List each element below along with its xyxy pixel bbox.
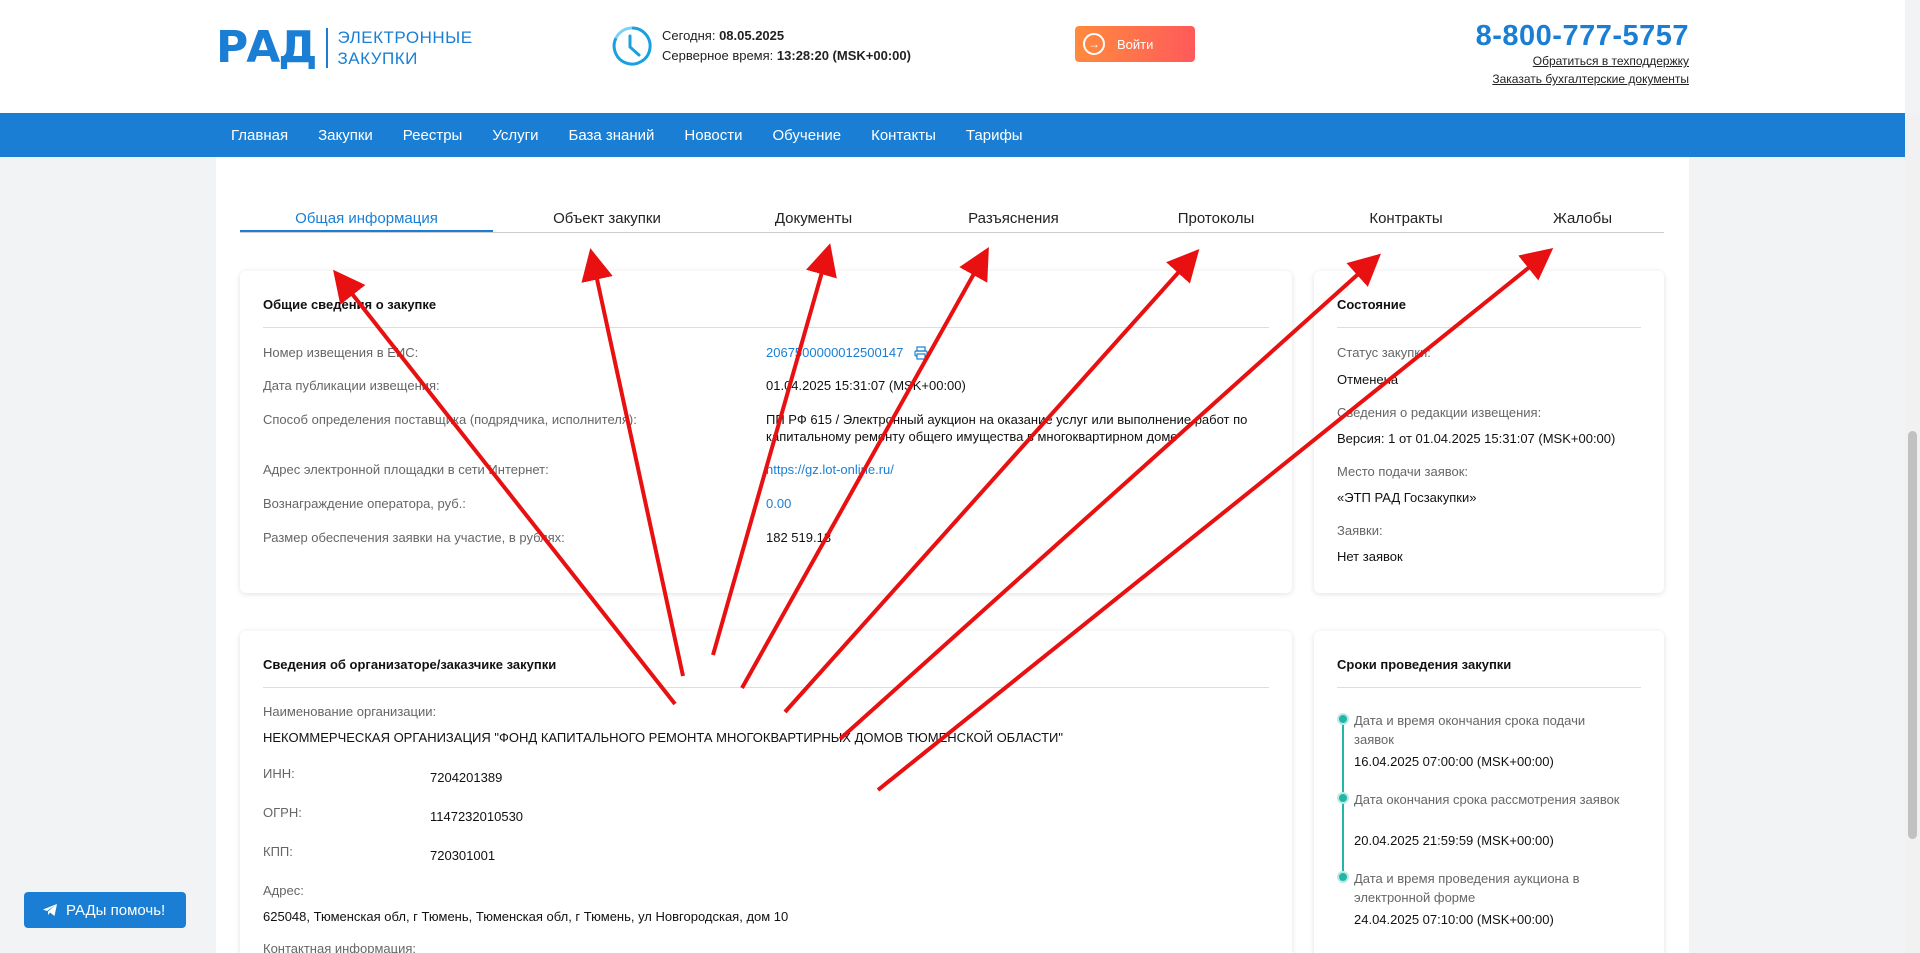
divider xyxy=(263,327,1269,328)
server-time-row: Серверное время: 13:28:20 (MSK+00:00) xyxy=(662,46,911,66)
logo[interactable]: РАД ЭЛЕКТРОННЫЕ ЗАКУПКИ xyxy=(216,26,473,70)
deadline-label: Дата и время окончания срока подачи заяв… xyxy=(1354,713,1586,747)
org-name-label: Наименование организации: xyxy=(263,704,437,719)
bids-label: Заявки: xyxy=(1337,523,1383,538)
tab-protocols[interactable]: Протоколы xyxy=(1121,209,1311,232)
card-title: Сведения об организаторе/заказчике закуп… xyxy=(263,657,557,672)
revision-value: Версия: 1 от 01.04.2025 15:31:07 (MSK+00… xyxy=(1337,431,1616,446)
server-time-value: 13:28:20 (MSK+00:00) xyxy=(776,48,911,63)
inn-value: 7204201389 xyxy=(430,770,503,785)
tab-contracts[interactable]: Контракты xyxy=(1311,209,1501,232)
general-info-card: Общие сведения о закупке Номер извещения… xyxy=(240,271,1292,593)
nav-item-knowledge-base[interactable]: База знаний xyxy=(568,127,654,144)
server-clock: Сегодня: 08.05.2025 Серверное время: 13:… xyxy=(610,24,911,68)
publication-date-value: 01.04.2025 15:31:07 (MSK+00:00) xyxy=(766,378,966,393)
deadline-value: 24.04.2025 07:10:00 (MSK+00:00) xyxy=(1354,912,1554,927)
nav-item-services[interactable]: Услуги xyxy=(492,127,538,144)
page-scrollbar[interactable] xyxy=(1905,113,1920,953)
timeline-dot xyxy=(1337,713,1349,725)
supplier-method-label: Способ определения поставщика (подрядчик… xyxy=(263,412,637,427)
card-title: Состояние xyxy=(1337,297,1407,312)
nav-item-registries[interactable]: Реестры xyxy=(403,127,463,144)
phone-number[interactable]: 8-800-777-5757 xyxy=(1389,20,1689,52)
server-time-label: Серверное время: xyxy=(662,48,774,63)
kpp-label: КПП: xyxy=(263,844,293,859)
submission-place-value: «ЭТП РАД Госзакупки» xyxy=(1337,490,1477,505)
nav-item-home[interactable]: Главная xyxy=(231,127,288,144)
status-value: Отменена xyxy=(1337,372,1399,387)
tab-clarifications[interactable]: Разъяснения xyxy=(906,209,1121,232)
logo-mark: РАД xyxy=(216,22,317,73)
deadline-label: Дата окончания срока рассмотрения заявок xyxy=(1354,792,1620,807)
address-value: 625048, Тюменская обл, г Тюмень, Тюменск… xyxy=(263,909,789,924)
logo-text: ЭЛЕКТРОННЫЕ ЗАКУПКИ xyxy=(338,27,473,69)
tab-complaints[interactable]: Жалобы xyxy=(1501,209,1664,232)
help-chat-button[interactable]: РАДы помочь! xyxy=(24,892,186,928)
notice-number-label: Номер извещения в ЕИС: xyxy=(263,345,419,360)
telegram-icon xyxy=(43,904,57,916)
status-label: Статус закупки: xyxy=(1337,345,1431,360)
revision-label: Сведения о редакции извещения: xyxy=(1337,405,1542,420)
supplier-method-value: ПП РФ 615 / Электронный аукцион на оказа… xyxy=(766,412,1248,444)
deadline-value: 20.04.2025 21:59:59 (MSK+00:00) xyxy=(1354,833,1554,848)
procurement-tabs: Общая информация Объект закупки Документ… xyxy=(240,209,1664,233)
timeline-dot xyxy=(1337,792,1349,804)
deadlines-card: Сроки проведения закупки Дата и время ок… xyxy=(1314,631,1664,953)
help-button-label: РАДы помочь! xyxy=(66,901,166,919)
inn-label: ИНН: xyxy=(263,766,295,781)
tab-general-info[interactable]: Общая информация xyxy=(240,209,493,232)
login-button[interactable]: → Войти xyxy=(1075,26,1195,62)
bids-value: Нет заявок xyxy=(1337,549,1403,564)
login-label: Войти xyxy=(1117,36,1154,52)
printer-icon[interactable] xyxy=(914,346,928,360)
nav-item-training[interactable]: Обучение xyxy=(773,127,842,144)
card-title: Сроки проведения закупки xyxy=(1337,657,1512,672)
contacts-block: 8-800-777-5757 Обратиться в техподдержку… xyxy=(1389,20,1689,88)
scrollbar-thumb[interactable] xyxy=(1908,431,1917,839)
divider xyxy=(1337,687,1641,688)
publication-date-label: Дата публикации извещения: xyxy=(263,378,440,393)
ogrn-label: ОГРН: xyxy=(263,805,302,820)
logo-line-2: ЗАКУПКИ xyxy=(337,49,418,68)
tab-documents[interactable]: Документы xyxy=(721,209,906,232)
org-name-value: НЕКОММЕРЧЕСКАЯ ОРГАНИЗАЦИЯ "ФОНД КАПИТАЛ… xyxy=(263,730,1063,745)
deadline-label: Дата и время проведения аукциона в элект… xyxy=(1354,871,1580,905)
address-label: Адрес: xyxy=(263,883,304,898)
state-card: Состояние Статус закупки: Отменена Сведе… xyxy=(1314,271,1664,593)
notice-number-link[interactable]: 2067500000012500147 xyxy=(766,344,903,361)
today-row: Сегодня: 08.05.2025 xyxy=(662,26,911,46)
accounting-docs-link[interactable]: Заказать бухгалтерские документы xyxy=(1389,70,1689,88)
timeline-dot xyxy=(1337,871,1349,883)
logo-divider xyxy=(325,28,328,68)
operator-fee-value: 0.00 xyxy=(766,496,792,511)
main-content: Общая информация Объект закупки Документ… xyxy=(216,157,1689,953)
bid-security-label: Размер обеспечения заявки на участие, в … xyxy=(263,530,565,545)
operator-fee-label: Вознаграждение оператора, руб.: xyxy=(263,496,466,511)
nav-item-purchases[interactable]: Закупки xyxy=(318,127,373,144)
divider xyxy=(263,687,1269,688)
kpp-value: 720301001 xyxy=(430,848,496,863)
nav-item-contacts[interactable]: Контакты xyxy=(871,127,936,144)
today-label: Сегодня: xyxy=(662,28,716,43)
platform-address-label: Адрес электронной площадки в сети Интерн… xyxy=(263,462,549,477)
contact-info-label: Контактная информация: xyxy=(263,941,416,953)
clock-icon xyxy=(612,26,652,66)
tab-purchase-object[interactable]: Объект закупки xyxy=(493,209,721,232)
deadline-value: 16.04.2025 07:00:00 (MSK+00:00) xyxy=(1354,754,1554,769)
nav-item-tariffs[interactable]: Тарифы xyxy=(966,127,1023,144)
card-title: Общие сведения о закупке xyxy=(263,297,437,312)
arrow-right-icon: → xyxy=(1083,33,1105,55)
support-link[interactable]: Обратиться в техподдержку xyxy=(1389,52,1689,70)
ogrn-value: 1147232010530 xyxy=(430,809,524,824)
platform-address-link[interactable]: https://gz.lot-online.ru/ xyxy=(766,461,894,478)
nav-item-news[interactable]: Новости xyxy=(684,127,742,144)
organizer-card: Сведения об организаторе/заказчике закуп… xyxy=(240,631,1292,953)
logo-line-1: ЭЛЕКТРОННЫЕ xyxy=(337,28,473,47)
submission-place-label: Место подачи заявок: xyxy=(1337,464,1469,479)
main-nav: Главная Закупки Реестры Услуги База знан… xyxy=(0,113,1905,157)
divider xyxy=(1337,327,1641,328)
site-header: РАД ЭЛЕКТРОННЫЕ ЗАКУПКИ Сегодня: 08.05.2… xyxy=(0,0,1905,113)
today-value: 08.05.2025 xyxy=(719,28,785,43)
bid-security-value: 182 519.13 xyxy=(766,530,832,545)
